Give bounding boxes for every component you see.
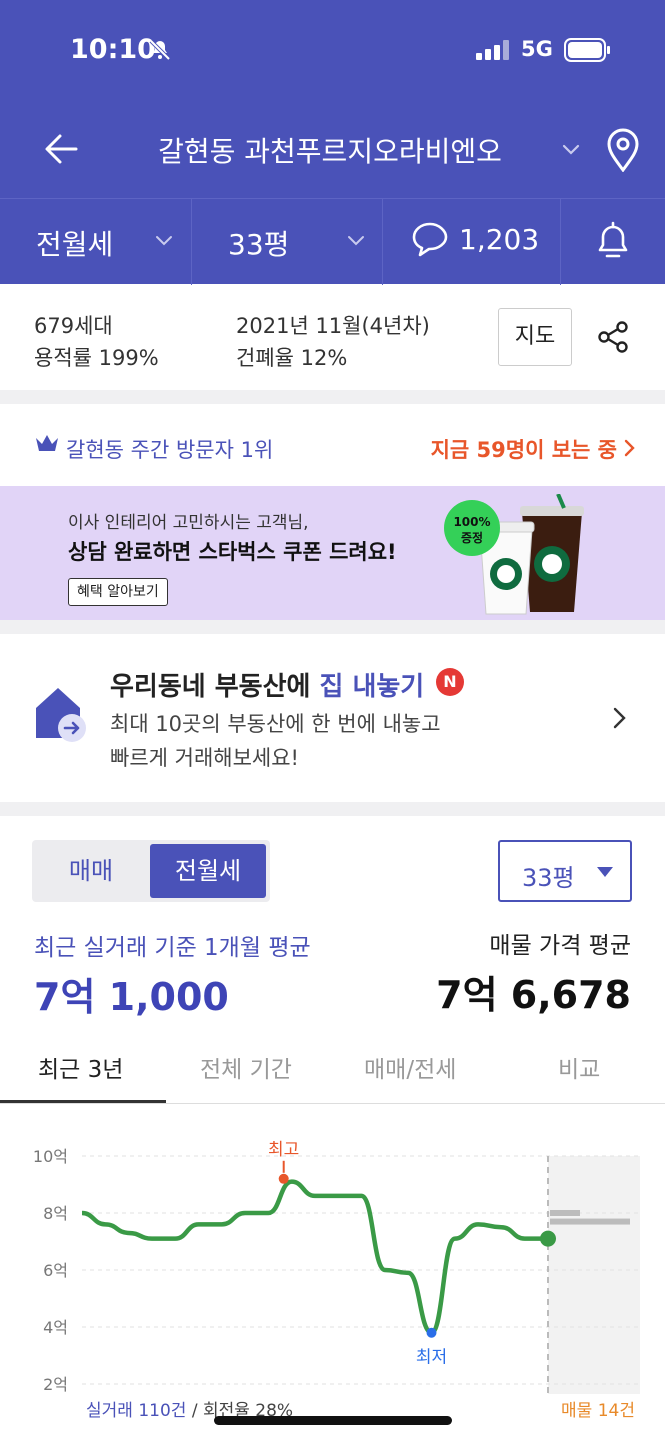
listing-zone: [548, 1156, 640, 1394]
chevron-down-icon: [156, 236, 172, 246]
crown-icon: [36, 435, 58, 451]
app-header: 10:10 5G 갈현동 과천푸르지오라비엔오 전월세 33평 1,203: [0, 0, 665, 285]
house-arrow-icon: [36, 688, 86, 742]
visitor-rank: 갈현동 주간 방문자 1위: [66, 438, 274, 462]
toggle-rent[interactable]: 전월세: [150, 844, 266, 898]
latest-point: [540, 1230, 556, 1247]
deal-type-label: 전월세: [36, 228, 114, 261]
y-tick-label: 2억: [43, 1375, 68, 1394]
y-tick-label: 4억: [43, 1318, 68, 1337]
coffee-cups-image: [444, 494, 584, 615]
home-indicator: [214, 1416, 452, 1425]
deal-type-selector[interactable]: 전월세: [0, 199, 192, 285]
banner-line-2: 상담 완료하면 스타벅스 쿠폰 드려요!: [68, 540, 397, 564]
sell-desc-1: 최대 10곳의 부동산에 한 번에 내놓고: [110, 712, 441, 736]
price-chart-svg: 10억 8억 6억 4억 2억 최고최저: [33, 1140, 640, 1396]
price-trend-line: [81, 1179, 548, 1335]
price-summary: 매매 전월세 33평 최근 실거래 기준 1개월 평균 7억 1,000 매물 …: [0, 816, 665, 1046]
banner-line-1: 이사 인테리어 고민하시는 고객님,: [68, 513, 309, 533]
comments-button[interactable]: 1,203: [383, 199, 561, 285]
top-nav: 갈현동 과천푸르지오라비엔오: [0, 100, 665, 198]
sell-title-b: 집 내놓기: [319, 672, 425, 702]
banner-badge: 100% 증정: [453, 515, 491, 545]
viewing-now: 지금 59명이 보는 중: [430, 438, 617, 462]
period-tabs: 최근 3년 전체 기간 매매/전세 비교: [0, 1030, 665, 1104]
listing-avg-bar: [550, 1218, 630, 1225]
listing-count: 매물 14건: [561, 1401, 635, 1421]
complex-info: 679세대 용적률 199% 2021년 11월(4년차) 건폐율 12% 지도: [0, 284, 665, 390]
share-icon[interactable]: [596, 320, 630, 354]
deal-count: 실거래 110건: [86, 1401, 187, 1421]
network-label: 5G: [521, 37, 553, 61]
tab-recent-3y[interactable]: 최근 3년: [38, 1050, 123, 1084]
tab-compare[interactable]: 비교: [558, 1050, 600, 1084]
y-tick-label: 10억: [33, 1147, 68, 1166]
max-label: 최고: [268, 1140, 299, 1160]
y-tick-label: 6억: [43, 1261, 68, 1280]
divider: [0, 802, 665, 816]
size-label: 33평: [228, 228, 290, 261]
price-chart[interactable]: 10억 8억 6억 4억 2억 최고 최저 실거래 110건 / 회전율 28% 매물 14…: [0, 1104, 665, 1440]
chevron-right-icon: [624, 439, 635, 457]
y-tick-label: 8억: [43, 1204, 68, 1223]
sell-title-a: 우리동네 부동산에: [110, 672, 320, 702]
listing-max-bar: [550, 1210, 580, 1216]
filter-bar: 전월세 33평 1,203: [0, 198, 665, 285]
status-bar: 10:10 5G: [0, 0, 665, 100]
size-selector[interactable]: 33평: [192, 199, 383, 285]
visitor-rank-bar[interactable]: 갈현동 주간 방문자 1위 지금 59명이 보는 중: [0, 404, 665, 486]
toggle-buy[interactable]: 매매: [32, 840, 150, 902]
built-date: 2021년 11월(4년차): [236, 314, 430, 338]
tab-buy-jeonse[interactable]: 매매/전세: [364, 1050, 456, 1084]
sell-home-card[interactable]: 우리동네 부동산에 집 내놓기 N 최대 10곳의 부동산에 한 번에 내놓고 …: [0, 634, 665, 802]
min-label: 최저: [416, 1348, 447, 1368]
complex-title[interactable]: 갈현동 과천푸르지오라비엔오: [130, 130, 530, 170]
chevron-down-icon: [348, 236, 364, 246]
max-point: [278, 1173, 289, 1184]
sell-desc-2: 빠르게 거래해보세요!: [110, 746, 299, 770]
ask-avg-label: 매물 가격 평균: [489, 933, 631, 959]
map-button[interactable]: 지도: [498, 308, 572, 366]
households: 679세대: [34, 314, 113, 338]
caret-down-icon: [597, 867, 613, 877]
size-dropdown-value: 33평: [522, 864, 575, 892]
status-time: 10:10: [70, 34, 156, 65]
chevron-right-icon: [613, 707, 626, 729]
promo-banner[interactable]: 이사 인테리어 고민하시는 고객님, 상담 완료하면 스타벅스 쿠폰 드려요! …: [0, 486, 665, 620]
tab-all-period[interactable]: 전체 기간: [200, 1050, 292, 1084]
deal-type-toggle: 매매 전월세: [32, 840, 270, 902]
benefit-button[interactable]: 혜택 알아보기: [68, 578, 168, 606]
recent-avg-value: 7억 1,000: [34, 975, 229, 1019]
location-pin-icon[interactable]: [603, 128, 643, 172]
sell-home-title: 우리동네 부동산에 집 내놓기: [110, 666, 424, 703]
battery-icon: [564, 38, 610, 62]
bell-off-icon: [149, 39, 171, 61]
size-dropdown[interactable]: 33평: [498, 840, 632, 902]
bell-icon: [598, 221, 628, 258]
new-badge: N: [436, 668, 464, 696]
comments-count: 1,203: [459, 223, 540, 256]
floor-area-ratio: 용적률 199%: [34, 346, 159, 370]
chevron-down-icon[interactable]: [560, 138, 582, 160]
back-arrow-icon[interactable]: [40, 128, 82, 170]
chat-bubble-icon: [412, 222, 448, 257]
active-tab-underline: [0, 1100, 166, 1103]
recent-avg-label: 최근 실거래 기준 1개월 평균: [34, 935, 311, 961]
signal-icon: [476, 40, 509, 60]
building-coverage-ratio: 건폐율 12%: [236, 346, 348, 370]
alarm-button[interactable]: [561, 199, 665, 285]
divider: [0, 390, 665, 404]
min-point: [426, 1327, 437, 1338]
ask-avg-value: 7억 6,678: [436, 973, 631, 1017]
divider: [0, 620, 665, 634]
